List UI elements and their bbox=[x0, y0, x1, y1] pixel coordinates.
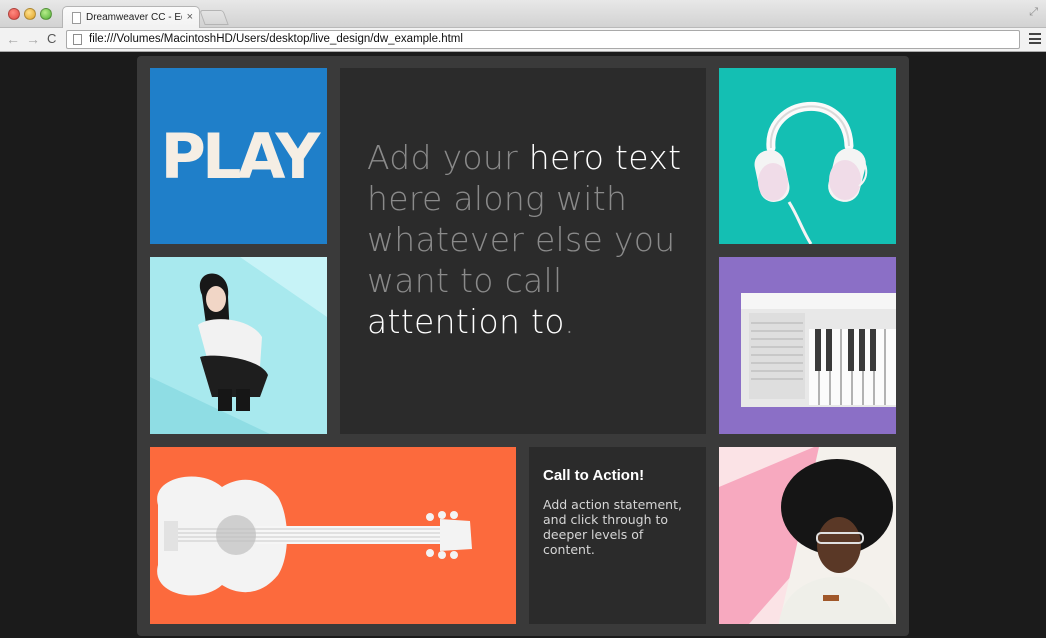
hero-text-highlight: hero text bbox=[528, 138, 682, 177]
new-tab-icon[interactable] bbox=[199, 10, 229, 25]
address-bar: ← → C file:///Volumes/MacintoshHD/Users/… bbox=[0, 28, 1046, 52]
reload-icon[interactable]: C bbox=[47, 31, 56, 46]
play-tile[interactable]: PLAY bbox=[150, 68, 327, 244]
close-window-button[interactable] bbox=[8, 8, 20, 20]
headphones-image[interactable] bbox=[719, 68, 896, 244]
close-icon[interactable]: × bbox=[187, 11, 193, 23]
play-logo: PLAY bbox=[160, 120, 321, 193]
url-text[interactable]: file:///Volumes/MacintoshHD/Users/deskto… bbox=[89, 33, 463, 45]
call-to-action-tile[interactable]: Call to Action! Add action statement, an… bbox=[529, 447, 706, 624]
forward-arrow-icon[interactable]: → bbox=[26, 31, 40, 47]
url-input[interactable]: file:///Volumes/MacintoshHD/Users/deskto… bbox=[66, 30, 1020, 49]
page-content: PLAY Add your hero text here along with … bbox=[0, 53, 1046, 638]
guitar-image[interactable] bbox=[150, 447, 516, 624]
back-arrow-icon[interactable]: ← bbox=[6, 31, 20, 47]
hero-tile: Add your hero text here along with whate… bbox=[340, 68, 706, 434]
hero-text-part: . bbox=[564, 302, 575, 341]
fullscreen-icon[interactable]: ⤢ bbox=[1029, 6, 1038, 19]
page-icon bbox=[72, 12, 81, 24]
page-icon bbox=[73, 34, 82, 45]
minimize-window-button[interactable] bbox=[24, 8, 36, 20]
browser-tab[interactable]: Dreamweaver CC - Editable × bbox=[62, 6, 200, 29]
hero-text-highlight: attention to bbox=[367, 302, 565, 341]
keyboard-image[interactable] bbox=[719, 257, 896, 434]
tab-title: Dreamweaver CC - Editable bbox=[86, 12, 182, 23]
woman-photo[interactable] bbox=[150, 257, 327, 434]
cta-body: Add action statement, and click through … bbox=[543, 497, 682, 557]
man-photo[interactable] bbox=[719, 447, 896, 624]
hero-text: Add your hero text here along with whate… bbox=[367, 137, 697, 342]
hero-text-part: here along with whatever else you want t… bbox=[367, 179, 676, 300]
zoom-window-button[interactable] bbox=[40, 8, 52, 20]
tab-strip: Dreamweaver CC - Editable × ⤢ bbox=[0, 0, 1046, 29]
tile-grid: PLAY Add your hero text here along with … bbox=[137, 56, 909, 636]
cta-title: Call to Action! bbox=[543, 467, 645, 484]
menu-icon[interactable] bbox=[1029, 33, 1041, 44]
hero-text-part: Add your bbox=[367, 138, 529, 177]
